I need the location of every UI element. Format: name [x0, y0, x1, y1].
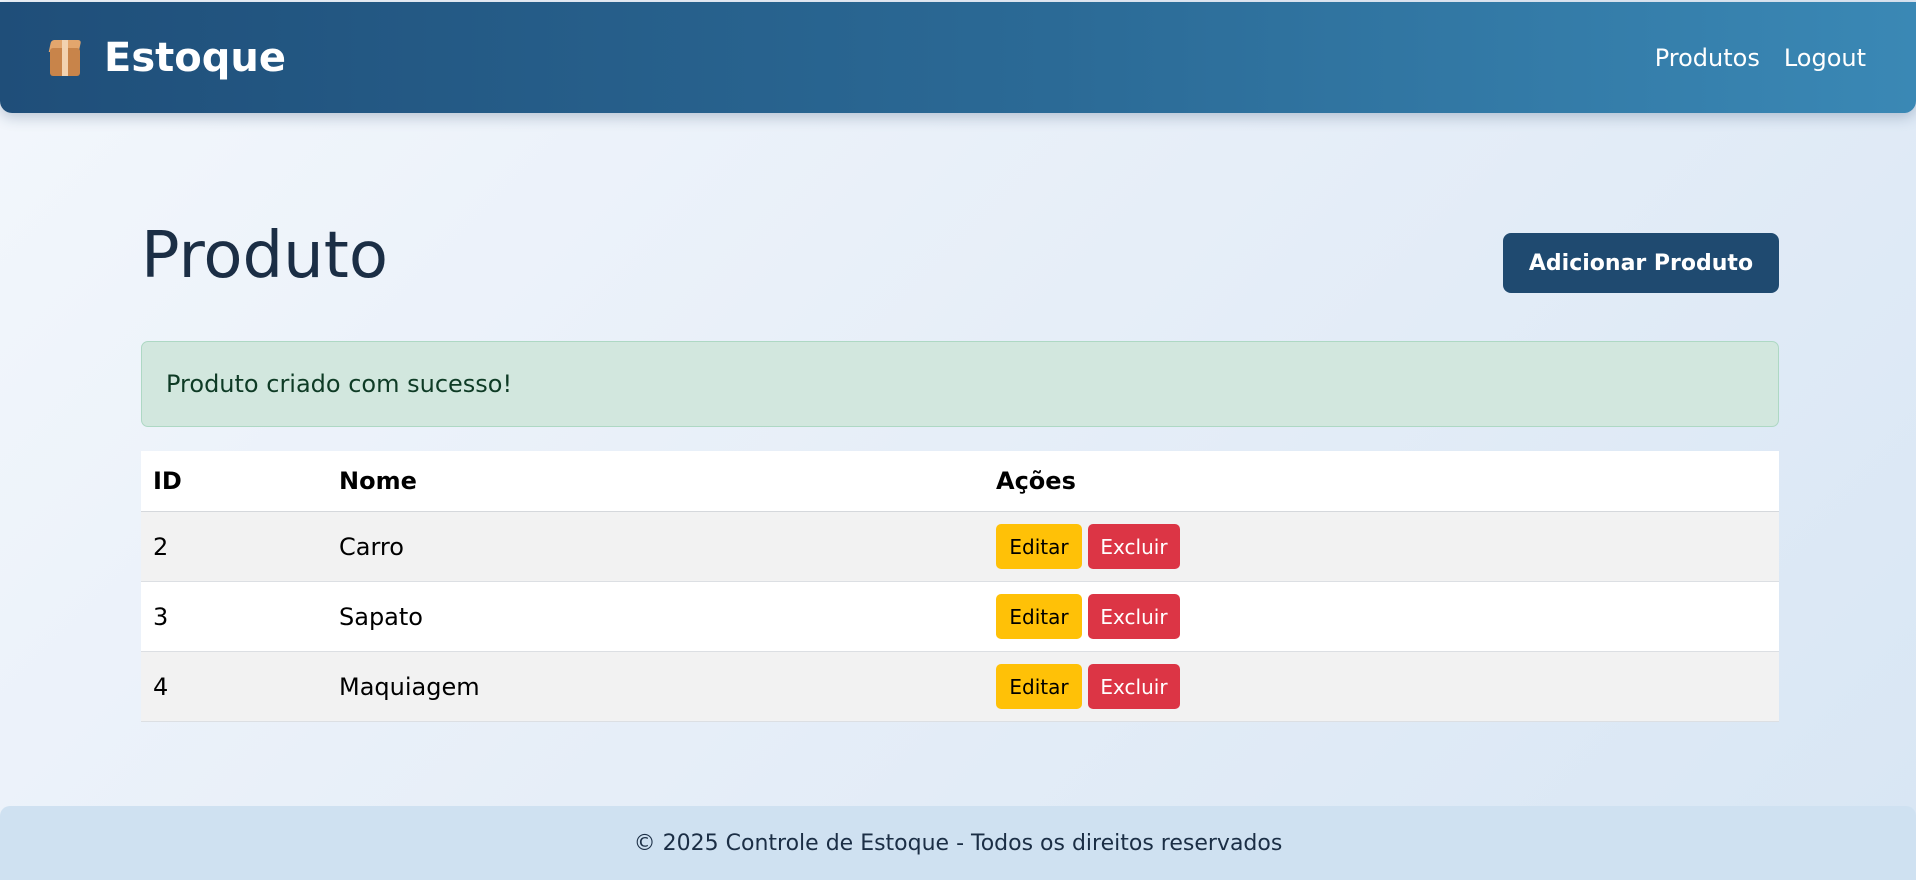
page-title: Produto — [141, 219, 388, 293]
cell-id: 3 — [141, 581, 327, 652]
column-header-actions: Ações — [984, 451, 1779, 512]
footer-text: © 2025 Controle de Estoque - Todos os di… — [633, 830, 1283, 856]
table-row: 3 Sapato Editar Excluir — [141, 581, 1779, 652]
table-row: 2 Carro Editar Excluir — [141, 511, 1779, 582]
delete-button[interactable]: Excluir — [1088, 524, 1180, 569]
cell-id: 2 — [141, 511, 327, 582]
nav-link-produtos[interactable]: Produtos — [1655, 42, 1760, 74]
footer: © 2025 Controle de Estoque - Todos os di… — [0, 806, 1916, 880]
column-header-name: Nome — [327, 451, 984, 512]
cell-name: Maquiagem — [327, 651, 984, 722]
edit-button[interactable]: Editar — [996, 664, 1082, 709]
edit-button[interactable]: Editar — [996, 524, 1082, 569]
delete-button[interactable]: Excluir — [1088, 664, 1180, 709]
cell-actions: Editar Excluir — [984, 581, 1779, 652]
cell-id: 4 — [141, 651, 327, 722]
edit-button[interactable]: Editar — [996, 594, 1082, 639]
success-alert: Produto criado com sucesso! — [141, 341, 1779, 427]
table-header-row: ID Nome Ações — [141, 451, 1779, 512]
table-row: 4 Maquiagem Editar Excluir — [141, 651, 1779, 722]
cell-actions: Editar Excluir — [984, 651, 1779, 722]
navbar: Estoque Produtos Logout — [0, 2, 1916, 113]
brand-name[interactable]: Estoque — [104, 34, 286, 82]
brand[interactable]: Estoque — [47, 34, 286, 82]
column-header-id: ID — [141, 451, 327, 512]
cell-actions: Editar Excluir — [984, 511, 1779, 582]
nav-links: Produtos Logout — [1631, 42, 1866, 74]
add-product-button[interactable]: Adicionar Produto — [1503, 233, 1779, 293]
cell-name: Carro — [327, 511, 984, 582]
product-table: ID Nome Ações 2 Carro Editar Excluir 3 Sa… — [141, 451, 1779, 722]
alert-message: Produto criado com sucesso! — [166, 370, 513, 398]
nav-link-logout[interactable]: Logout — [1784, 42, 1866, 74]
delete-button[interactable]: Excluir — [1088, 594, 1180, 639]
cell-name: Sapato — [327, 581, 984, 652]
package-icon — [47, 38, 87, 78]
